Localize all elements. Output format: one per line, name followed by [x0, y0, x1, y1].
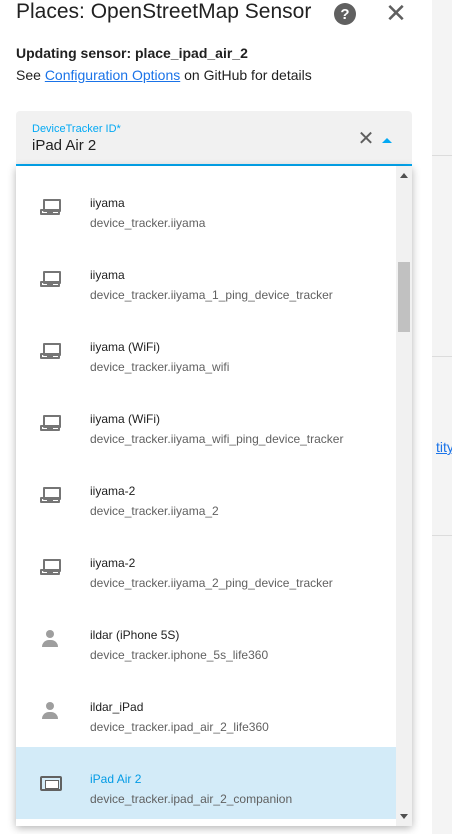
item-name: iPad Air 2 — [90, 772, 142, 786]
item-entity-id: device_tracker.iphone_5s_life360 — [90, 648, 269, 662]
list-item[interactable]: iiyama device_tracker.iiyama_1_ping_devic… — [16, 243, 396, 315]
background-link[interactable]: tity — [436, 439, 452, 455]
close-icon[interactable]: ✕ — [384, 0, 408, 28]
account-icon — [40, 701, 64, 721]
dialog-title: Places: OpenStreetMap Sensor — [16, 0, 312, 23]
device-tracker-dropdown: iiyama device_tracker.iiyama iiyama device_… — [16, 166, 412, 826]
scroll-down-arrow-icon[interactable] — [400, 814, 408, 819]
list-item[interactable]: iiyama-2 device_tracker.iiyama_2 — [16, 459, 396, 531]
scrollbar[interactable] — [396, 166, 412, 826]
background-page — [432, 0, 452, 834]
item-entity-id: device_tracker.iiyama_wifi — [90, 360, 230, 374]
list-item[interactable]: iPad Air 2 device_tracker.ipad_air_2_comp… — [16, 747, 396, 819]
laptop-icon — [40, 413, 64, 433]
menu-up-icon[interactable] — [382, 138, 392, 143]
field-value[interactable]: iPad Air 2 — [32, 137, 96, 154]
updating-sensor-label: Updating sensor: place_ipad_air_2 — [16, 45, 248, 61]
field-label: DeviceTracker ID* — [32, 123, 121, 135]
description-prefix: See — [16, 67, 45, 83]
laptop-icon — [40, 269, 64, 289]
device-tracker-combobox[interactable]: DeviceTracker ID* iPad Air 2 ✕ — [16, 111, 412, 166]
account-icon — [40, 629, 64, 649]
item-name: iiyama — [90, 196, 125, 210]
item-entity-id: device_tracker.ipad_air_2_companion — [90, 792, 293, 806]
background-divider — [432, 356, 452, 357]
scroll-up-arrow-icon[interactable] — [400, 173, 408, 178]
background-divider — [432, 155, 452, 156]
laptop-icon — [40, 341, 64, 361]
item-name: iiyama — [90, 268, 125, 282]
description-suffix: on GitHub for details — [180, 67, 312, 83]
help-circle-icon[interactable]: ? — [334, 3, 356, 25]
configuration-options-link[interactable]: Configuration Options — [45, 67, 180, 83]
item-name: iiyama-2 — [90, 484, 136, 498]
list-item[interactable]: ildar (iPhone 5S) device_tracker.iphone_5… — [16, 603, 396, 675]
tablet-icon — [40, 773, 64, 793]
list-item[interactable]: iiyama-2 device_tracker.iiyama_2_ping_dev… — [16, 531, 396, 603]
item-entity-id: device_tracker.iiyama_1_ping_device_trac… — [90, 288, 333, 302]
item-name: iiyama (WiFi) — [90, 412, 160, 426]
item-name: iiyama-2 — [90, 556, 136, 570]
list-item[interactable]: iiyama device_tracker.iiyama — [16, 171, 396, 243]
item-entity-id: device_tracker.iiyama_wifi_ping_device_t… — [90, 432, 344, 446]
item-entity-id: device_tracker.ipad_air_2_life360 — [90, 720, 269, 734]
item-entity-id: device_tracker.iiyama_2 — [90, 504, 219, 518]
laptop-icon — [40, 557, 64, 577]
laptop-icon — [40, 485, 64, 505]
background-divider — [432, 535, 452, 536]
item-entity-id: device_tracker.iiyama — [90, 216, 206, 230]
list-item[interactable]: iiyama (WiFi) device_tracker.iiyama_wifi — [16, 315, 396, 387]
list-item[interactable]: iiyama (WiFi) device_tracker.iiyama_wifi_… — [16, 387, 396, 459]
item-entity-id: device_tracker.iiyama_2_ping_device_trac… — [90, 576, 333, 590]
laptop-icon — [40, 197, 64, 217]
scrollbar-thumb[interactable] — [398, 262, 410, 332]
item-name: ildar_iPad — [90, 700, 144, 714]
list-item[interactable]: ildar_iPad device_tracker.ipad_air_2_life… — [16, 675, 396, 747]
description-line: See Configuration Options on GitHub for … — [16, 67, 312, 83]
clear-icon[interactable]: ✕ — [357, 128, 375, 150]
item-name: ildar (iPhone 5S) — [90, 628, 180, 642]
item-name: iiyama (WiFi) — [90, 340, 160, 354]
